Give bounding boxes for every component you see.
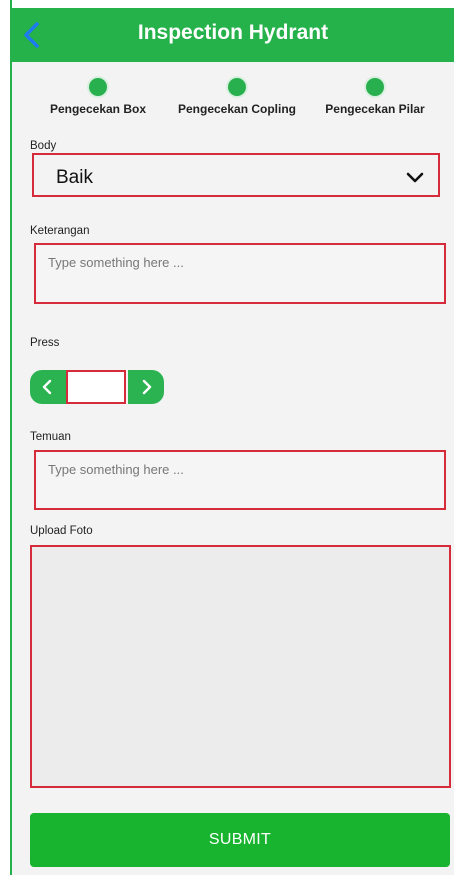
chevron-right-icon bbox=[142, 379, 152, 395]
step-label: Pengecekan Copling bbox=[177, 102, 297, 116]
keterangan-label: Keterangan bbox=[30, 225, 90, 237]
keterangan-placeholder: Type something here ... bbox=[48, 255, 184, 270]
temuan-label: Temuan bbox=[30, 431, 71, 443]
right-edge bbox=[454, 8, 462, 875]
temuan-textarea[interactable]: Type something here ... bbox=[34, 450, 446, 510]
body-label: Body bbox=[30, 140, 57, 152]
chevron-down-icon bbox=[406, 172, 424, 183]
step-indicator-dot bbox=[366, 78, 384, 96]
press-decrement-button[interactable] bbox=[30, 370, 66, 404]
body-select[interactable]: Baik bbox=[32, 153, 440, 197]
press-label: Press bbox=[30, 337, 60, 349]
submit-button[interactable]: SUBMIT bbox=[30, 813, 450, 867]
body-selected-value: Baik bbox=[56, 167, 93, 188]
upload-foto-label: Upload Foto bbox=[30, 525, 93, 537]
step-indicator-dot bbox=[89, 78, 107, 96]
press-increment-button[interactable] bbox=[128, 370, 164, 404]
press-input[interactable] bbox=[66, 370, 126, 404]
app-header: Inspection Hydrant bbox=[12, 8, 454, 62]
temuan-placeholder: Type something here ... bbox=[48, 462, 184, 477]
page-title: Inspection Hydrant bbox=[137, 21, 329, 44]
left-edge bbox=[0, 0, 10, 875]
chevron-left-icon bbox=[42, 379, 52, 395]
upload-photo-area[interactable] bbox=[30, 545, 451, 788]
keterangan-textarea[interactable]: Type something here ... bbox=[34, 243, 446, 304]
step-pengecekan-pilar[interactable]: Pengecekan Pilar bbox=[300, 78, 450, 116]
step-label: Pengecekan Pilar bbox=[325, 102, 425, 116]
left-accent-bar bbox=[10, 0, 12, 875]
top-edge bbox=[0, 0, 462, 8]
step-pengecekan-box[interactable]: Pengecekan Box bbox=[23, 78, 173, 116]
step-label: Pengecekan Box bbox=[49, 102, 147, 116]
step-pengecekan-copling[interactable]: Pengecekan Copling bbox=[162, 78, 312, 116]
step-indicator-dot bbox=[228, 78, 246, 96]
